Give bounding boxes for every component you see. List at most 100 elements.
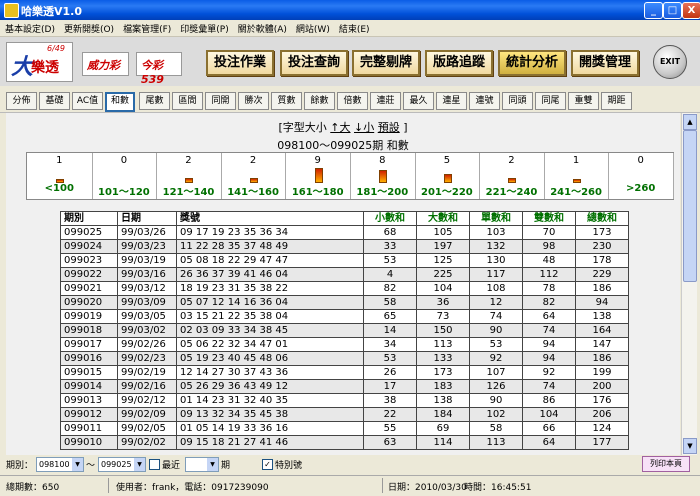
table-cell: 125 bbox=[416, 253, 470, 268]
menu-file-management[interactable]: 檔案管理(F) bbox=[118, 20, 175, 35]
table-row[interactable]: 099012 99/02/09 09 13 32 34 35 45 38 22 184 1… bbox=[60, 407, 629, 422]
sum-table: 期別 日期 獎號 小數和 大數和 單數和 雙數和 總數和 099025 99/03… bbox=[60, 211, 629, 450]
menu-basic-settings[interactable]: 基本設定(D) bbox=[0, 20, 59, 35]
table-row[interactable]: 099020 99/03/09 05 07 12 14 16 36 04 58 36 12… bbox=[60, 295, 629, 310]
table-cell: 98 bbox=[522, 239, 576, 254]
table-row[interactable]: 099010 99/02/02 09 15 18 21 27 41 46 63 114 1… bbox=[60, 435, 629, 450]
sum-analysis-panel: [字型大小 ↑大 ↓小 預設 ] 098100～099025期 和數 1 <100… bbox=[6, 113, 680, 455]
font-larger-link[interactable]: ↑大 bbox=[330, 121, 350, 134]
table-cell: 206 bbox=[575, 407, 629, 422]
font-size-controls: [字型大小 ↑大 ↓小 預設 ] bbox=[278, 121, 408, 134]
table-cell: 26 36 37 39 41 46 04 bbox=[176, 267, 364, 282]
range-count: 5 bbox=[443, 155, 451, 166]
range-count: 0 bbox=[120, 155, 128, 166]
tab-basic[interactable]: 基礎 bbox=[39, 92, 70, 110]
betting-button[interactable]: 投注作業 bbox=[206, 50, 274, 76]
minimize-button[interactable]: _ bbox=[644, 2, 663, 19]
tab-distribution[interactable]: 分佈 bbox=[6, 92, 37, 110]
special-number-checkbox[interactable]: ✓ bbox=[262, 459, 273, 470]
power-lottery-logo[interactable]: 威力彩 bbox=[82, 52, 129, 76]
table-cell: 18 19 23 31 35 38 22 bbox=[176, 281, 364, 296]
table-cell: 74 bbox=[522, 379, 576, 394]
tab-consecutive-star[interactable]: 連星 bbox=[436, 92, 467, 110]
trend-tracking-button[interactable]: 版路追蹤 bbox=[425, 50, 493, 76]
period-from-select[interactable]: 098100 ▼ bbox=[36, 457, 84, 472]
menu-print[interactable]: 印獎彙單(P) bbox=[175, 20, 232, 35]
table-row[interactable]: 099016 99/02/23 05 19 23 40 45 48 06 53 133 9… bbox=[60, 351, 629, 366]
table-cell: 132 bbox=[469, 239, 523, 254]
tab-period-gap[interactable]: 期距 bbox=[601, 92, 632, 110]
menu-exit[interactable]: 結束(E) bbox=[334, 20, 374, 35]
scroll-thumb[interactable] bbox=[683, 130, 697, 282]
range-label: 241～260 bbox=[550, 187, 602, 198]
font-default-link[interactable]: 預設 bbox=[378, 121, 400, 134]
tab-interval[interactable]: 區間 bbox=[172, 92, 203, 110]
recent-count-select[interactable]: ▼ bbox=[185, 457, 219, 472]
tab-wins[interactable]: 勝次 bbox=[238, 92, 269, 110]
tab-same-head[interactable]: 同頭 bbox=[502, 92, 533, 110]
table-row[interactable]: 099018 99/03/02 02 03 09 33 34 38 45 14 150 9… bbox=[60, 323, 629, 338]
tab-co-occur[interactable]: 同開 bbox=[205, 92, 236, 110]
table-cell: 78 bbox=[522, 281, 576, 296]
tab-consecutive-number[interactable]: 連號 bbox=[469, 92, 500, 110]
menu-about[interactable]: 關於軟體(A) bbox=[233, 20, 291, 35]
table-cell: 53 bbox=[469, 337, 523, 352]
table-row[interactable]: 099011 99/02/05 01 05 14 19 33 36 16 55 69 58… bbox=[60, 421, 629, 436]
tab-remainder[interactable]: 餘數 bbox=[304, 92, 335, 110]
bet-query-button[interactable]: 投注查詢 bbox=[280, 50, 348, 76]
range-cell: 0 >260 bbox=[608, 153, 674, 199]
table-row[interactable]: 099019 99/03/05 03 15 21 22 35 38 04 65 73 74… bbox=[60, 309, 629, 324]
table-cell: 112 bbox=[522, 267, 576, 282]
tab-prime[interactable]: 質數 bbox=[271, 92, 302, 110]
table-cell: 099024 bbox=[60, 239, 118, 254]
tab-same-tail[interactable]: 同尾 bbox=[535, 92, 566, 110]
tab-multiple[interactable]: 倍數 bbox=[337, 92, 368, 110]
menu-website[interactable]: 網站(W) bbox=[291, 20, 334, 35]
table-row[interactable]: 099025 99/03/26 09 17 19 23 35 36 34 68 105 1… bbox=[60, 225, 629, 240]
scroll-down-icon[interactable]: ▼ bbox=[683, 438, 697, 454]
table-cell: 099025 bbox=[60, 225, 118, 240]
table-row[interactable]: 099021 99/03/12 18 19 23 31 35 38 22 82 104 1… bbox=[60, 281, 629, 296]
lotto-logo[interactable]: 大 樂透 6/49 bbox=[6, 42, 73, 82]
period-to-select[interactable]: 099025 ▼ bbox=[98, 457, 146, 472]
table-row[interactable]: 099013 99/02/12 01 14 23 31 32 40 35 38 138 9… bbox=[60, 393, 629, 408]
table-cell: 92 bbox=[469, 351, 523, 366]
table-cell: 94 bbox=[522, 337, 576, 352]
range-label: 181～200 bbox=[356, 187, 409, 198]
tab-longest[interactable]: 最久 bbox=[403, 92, 434, 110]
table-row[interactable]: 099015 99/02/19 12 14 27 30 37 43 36 26 173 1… bbox=[60, 365, 629, 380]
print-page-button[interactable]: 列印本頁 bbox=[642, 456, 690, 472]
table-row[interactable]: 099024 99/03/23 11 22 28 35 37 48 49 33 197 1… bbox=[60, 239, 629, 254]
scroll-up-icon[interactable]: ▲ bbox=[683, 114, 697, 130]
table-cell: 74 bbox=[522, 323, 576, 338]
tab-double[interactable]: 重雙 bbox=[568, 92, 599, 110]
table-row[interactable]: 099017 99/02/26 05 06 22 32 34 47 01 34 113 5… bbox=[60, 337, 629, 352]
table-cell: 138 bbox=[416, 393, 470, 408]
table-row[interactable]: 099023 99/03/19 05 08 18 22 29 47 47 53 125 1… bbox=[60, 253, 629, 268]
exit-button[interactable]: EXIT bbox=[653, 45, 687, 79]
full-elimination-button[interactable]: 完整剔牌 bbox=[352, 50, 420, 76]
recent-checkbox[interactable] bbox=[149, 459, 160, 470]
table-row[interactable]: 099014 99/02/16 05 26 29 36 43 49 12 17 183 1… bbox=[60, 379, 629, 394]
font-smaller-link[interactable]: ↓小 bbox=[354, 121, 374, 134]
tab-repeat[interactable]: 連莊 bbox=[370, 92, 401, 110]
table-row[interactable]: 099022 99/03/16 26 36 37 39 41 46 04 4 225 11… bbox=[60, 267, 629, 282]
draw-management-button[interactable]: 開獎管理 bbox=[571, 50, 639, 76]
table-cell: 58 bbox=[469, 421, 523, 436]
close-button[interactable]: X bbox=[682, 2, 700, 19]
table-cell: 66 bbox=[522, 421, 576, 436]
tab-sum[interactable]: 和數 bbox=[105, 92, 135, 112]
tab-ac-value[interactable]: AC值 bbox=[72, 92, 103, 110]
col-even-sum: 雙數和 bbox=[522, 211, 576, 226]
maximize-button[interactable]: □ bbox=[663, 2, 682, 19]
range-label: 141～160 bbox=[227, 187, 279, 198]
table-cell: 09 15 18 21 27 41 46 bbox=[176, 435, 364, 450]
menu-update-draw[interactable]: 更新開獎(O) bbox=[59, 20, 118, 35]
tab-tail[interactable]: 尾數 bbox=[139, 92, 170, 110]
statistics-button[interactable]: 統計分析 bbox=[498, 50, 566, 76]
window-title: 哈樂透V1.0 bbox=[21, 5, 82, 18]
vertical-scrollbar[interactable]: ▲ ▼ bbox=[681, 113, 697, 455]
range-label: 101～120 bbox=[98, 187, 150, 198]
table-cell: 150 bbox=[416, 323, 470, 338]
daily-cash-logo[interactable]: 今彩539 bbox=[136, 52, 182, 86]
